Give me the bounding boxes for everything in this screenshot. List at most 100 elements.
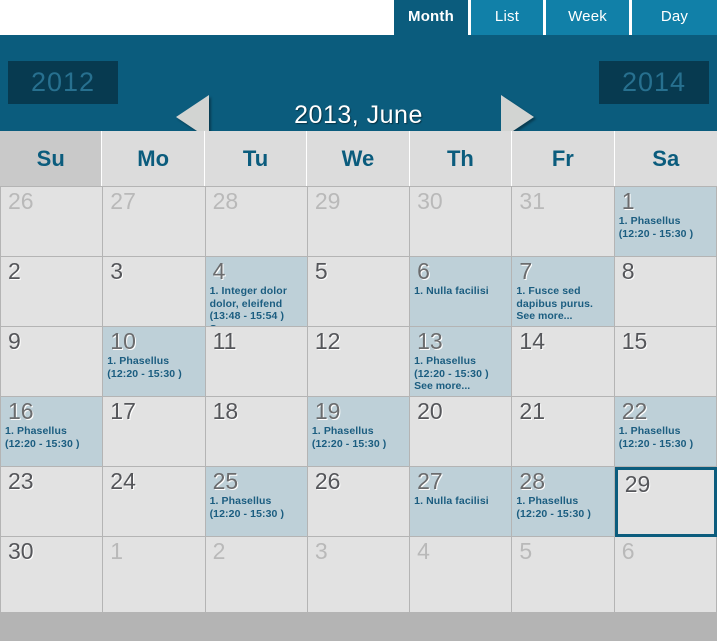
tab-list-label: List	[494, 8, 520, 25]
day-cell[interactable]: 14	[512, 327, 615, 397]
see-more-link[interactable]: See more...	[414, 380, 511, 393]
day-cell[interactable]: 30	[1, 537, 104, 613]
day-cell[interactable]: 13 1. Phasellus (12:20 - 15:30 ) See more..…	[410, 327, 513, 397]
day-cell[interactable]: 28	[205, 187, 308, 257]
event-title[interactable]: 1. Phasellus	[312, 425, 409, 438]
day-number: 3	[314, 538, 328, 564]
tab-month[interactable]: Month	[394, 0, 468, 35]
event-title[interactable]: 1. Nulla facilisi	[414, 285, 511, 298]
event-title[interactable]: 1. Fusce sed	[516, 285, 613, 298]
event-title[interactable]: 1. Phasellus	[619, 425, 716, 438]
tab-week[interactable]: Week	[546, 0, 629, 35]
weekday-header-th: Th	[409, 131, 513, 186]
day-cell[interactable]: 9	[1, 327, 104, 397]
tab-list[interactable]: List	[471, 0, 543, 35]
day-number: 18	[212, 398, 239, 424]
event-title[interactable]: 1. Nulla facilisi	[414, 495, 511, 508]
day-cell[interactable]: 27 1. Nulla facilisi	[410, 467, 513, 537]
day-cell[interactable]: 10 1. Phasellus (12:20 - 15:30 )	[103, 327, 206, 397]
event-title[interactable]: 1. Phasellus	[619, 215, 716, 228]
day-number: 24	[110, 468, 136, 494]
day-number: 29	[314, 188, 341, 214]
event-list: 1. Phasellus (12:20 - 15:30 )	[1, 424, 102, 450]
weekday-header-we: We	[307, 131, 410, 186]
event-title[interactable]: 1. Integer dolor	[210, 285, 307, 298]
day-number: 27	[110, 188, 136, 214]
day-cell[interactable]: 6	[614, 537, 717, 613]
day-cell[interactable]: 23	[1, 467, 104, 537]
see-more-link[interactable]: See more...	[516, 310, 613, 323]
day-cell[interactable]: 6 1. Nulla facilisi	[410, 257, 513, 327]
view-tab-bar: Month List Week Day	[0, 0, 717, 35]
tab-month-label: Month	[408, 8, 454, 25]
event-title-continued[interactable]: dolor, eleifend	[210, 298, 307, 311]
day-cell-selected[interactable]: 29	[614, 467, 717, 537]
day-cell[interactable]: 31	[512, 187, 615, 257]
event-title-continued[interactable]: dapibus purus.	[516, 298, 613, 311]
day-cell[interactable]: 11	[205, 327, 308, 397]
day-cell[interactable]: 21	[512, 397, 615, 467]
day-number: 28	[212, 188, 239, 214]
day-cell[interactable]: 19 1. Phasellus (12:20 - 15:30 )	[307, 397, 411, 467]
day-number: 28	[519, 468, 545, 494]
event-time: (12:20 - 15:30 )	[209, 507, 285, 520]
event-list: 1. Phasellus (12:20 - 15:30 )	[615, 214, 716, 240]
day-cell[interactable]: 15	[614, 327, 717, 397]
next-year-button[interactable]: 2014	[599, 61, 709, 104]
event-title[interactable]: 1. Phasellus	[210, 495, 307, 508]
event-title[interactable]: 1. Phasellus	[414, 355, 511, 368]
day-cell[interactable]: 22 1. Phasellus (12:20 - 15:30 )	[614, 397, 717, 467]
weekday-header-sa: Sa	[614, 131, 717, 186]
day-cell[interactable]: 2	[205, 537, 308, 613]
calendar-header: 2012 2013, June 2014	[0, 35, 717, 139]
day-cell[interactable]: 28 1. Phasellus (12:20 - 15:30 )	[512, 467, 615, 537]
event-list: 1. Integer dolor dolor, eleifend (13:48 - …	[206, 284, 307, 326]
event-title[interactable]: 1. Phasellus	[516, 495, 613, 508]
day-cell[interactable]: 8	[614, 257, 717, 327]
page-title: 2013, June	[294, 101, 423, 129]
day-cell[interactable]: 7 1. Fusce sed dapibus purus. See more...	[512, 257, 615, 327]
day-cell[interactable]: 30	[410, 187, 513, 257]
day-cell[interactable]: 24	[103, 467, 206, 537]
weekday-header-su: Su	[0, 131, 103, 186]
day-cell[interactable]: 18	[205, 397, 308, 467]
event-time: (12:20 - 15:30 )	[516, 507, 591, 520]
day-cell[interactable]: 16 1. Phasellus (12:20 - 15:30 )	[1, 397, 104, 467]
previous-year-button[interactable]: 2012	[8, 61, 118, 104]
weekday-header-fr: Fr	[512, 131, 615, 186]
day-number: 2	[212, 538, 226, 564]
day-cell[interactable]: 27	[103, 187, 206, 257]
day-cell[interactable]: 17	[103, 397, 206, 467]
day-number: 16	[8, 398, 34, 424]
day-cell[interactable]: 1	[103, 537, 206, 613]
week-row: 26 27 28 29 30 31 1 1. Phasellus (12:20 - 15:30 …	[1, 187, 717, 257]
day-cell[interactable]: 25 1. Phasellus (12:20 - 15:30 )	[205, 467, 308, 537]
tab-day[interactable]: Day	[632, 0, 717, 35]
day-cell[interactable]: 12	[307, 327, 411, 397]
day-number: 19	[314, 398, 341, 424]
day-number: 27	[417, 468, 443, 494]
day-number: 30	[417, 188, 443, 214]
day-cell[interactable]: 5	[512, 537, 615, 613]
day-cell[interactable]: 5	[307, 257, 411, 327]
day-cell[interactable]: 3	[103, 257, 206, 327]
day-number: 22	[621, 398, 648, 424]
day-number: 13	[417, 328, 443, 354]
day-cell[interactable]: 2	[1, 257, 104, 327]
day-cell[interactable]: 26	[307, 467, 411, 537]
day-cell[interactable]: 4	[410, 537, 513, 613]
weekday-header-tu: Tu	[204, 131, 308, 186]
event-list: 1. Fusce sed dapibus purus. See more...	[512, 284, 613, 323]
day-cell[interactable]: 4 1. Integer dolor dolor, eleifend (13:48 -…	[205, 257, 308, 327]
day-cell[interactable]: 26	[1, 187, 104, 257]
event-title[interactable]: 1. Phasellus	[5, 425, 102, 438]
day-cell[interactable]: 20	[410, 397, 513, 467]
day-number: 6	[417, 258, 430, 284]
event-time: (12:20 - 15:30 )	[414, 367, 489, 380]
day-cell[interactable]: 1 1. Phasellus (12:20 - 15:30 )	[614, 187, 717, 257]
event-time: (12:20 - 15:30 )	[618, 437, 694, 450]
day-cell[interactable]: 29	[307, 187, 411, 257]
event-title[interactable]: 1. Phasellus	[107, 355, 204, 368]
day-number: 26	[314, 468, 341, 494]
day-cell[interactable]: 3	[307, 537, 411, 613]
